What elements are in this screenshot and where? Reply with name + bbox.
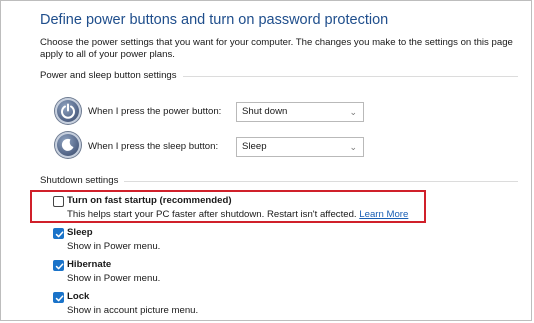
fast-startup-description-text: This helps start your PC faster after sh… (67, 209, 357, 220)
lock-option-label: Lock (67, 291, 90, 302)
lock-option-description: Show in account picture menu. (67, 305, 199, 316)
sleep-button-icon (55, 132, 81, 158)
power-button-label: When I press the power button: (88, 106, 222, 117)
power-button-icon (55, 98, 81, 124)
sleep-button-select[interactable]: Sleep ⌄ (236, 137, 364, 157)
fast-startup-label: Turn on fast startup (recommended) (67, 195, 232, 206)
chevron-down-icon: ⌄ (349, 107, 357, 117)
shutdown-group-label: Shutdown settings (40, 175, 125, 186)
sleep-option-label: Sleep (67, 227, 93, 238)
lock-checkbox[interactable] (53, 292, 64, 303)
sleep-option-description: Show in Power menu. (67, 241, 161, 252)
learn-more-link[interactable]: Learn More (359, 209, 408, 220)
power-button-select[interactable]: Shut down ⌄ (236, 102, 364, 122)
hibernate-option-label: Hibernate (67, 259, 112, 270)
page-description: Choose the power settings that you want … (40, 37, 513, 60)
power-sleep-group-label: Power and sleep button settings (40, 70, 183, 81)
chevron-down-icon: ⌄ (349, 142, 357, 152)
hibernate-option-description: Show in Power menu. (67, 273, 161, 284)
power-button-select-value: Shut down (242, 106, 288, 117)
sleep-button-label: When I press the sleep button: (88, 141, 219, 152)
hibernate-checkbox[interactable] (53, 260, 64, 271)
page-title: Define power buttons and turn on passwor… (40, 12, 389, 28)
fast-startup-checkbox[interactable] (53, 196, 64, 207)
fast-startup-description: This helps start your PC faster after sh… (67, 209, 408, 220)
sleep-checkbox[interactable] (53, 228, 64, 239)
sleep-button-select-value: Sleep (242, 141, 267, 152)
